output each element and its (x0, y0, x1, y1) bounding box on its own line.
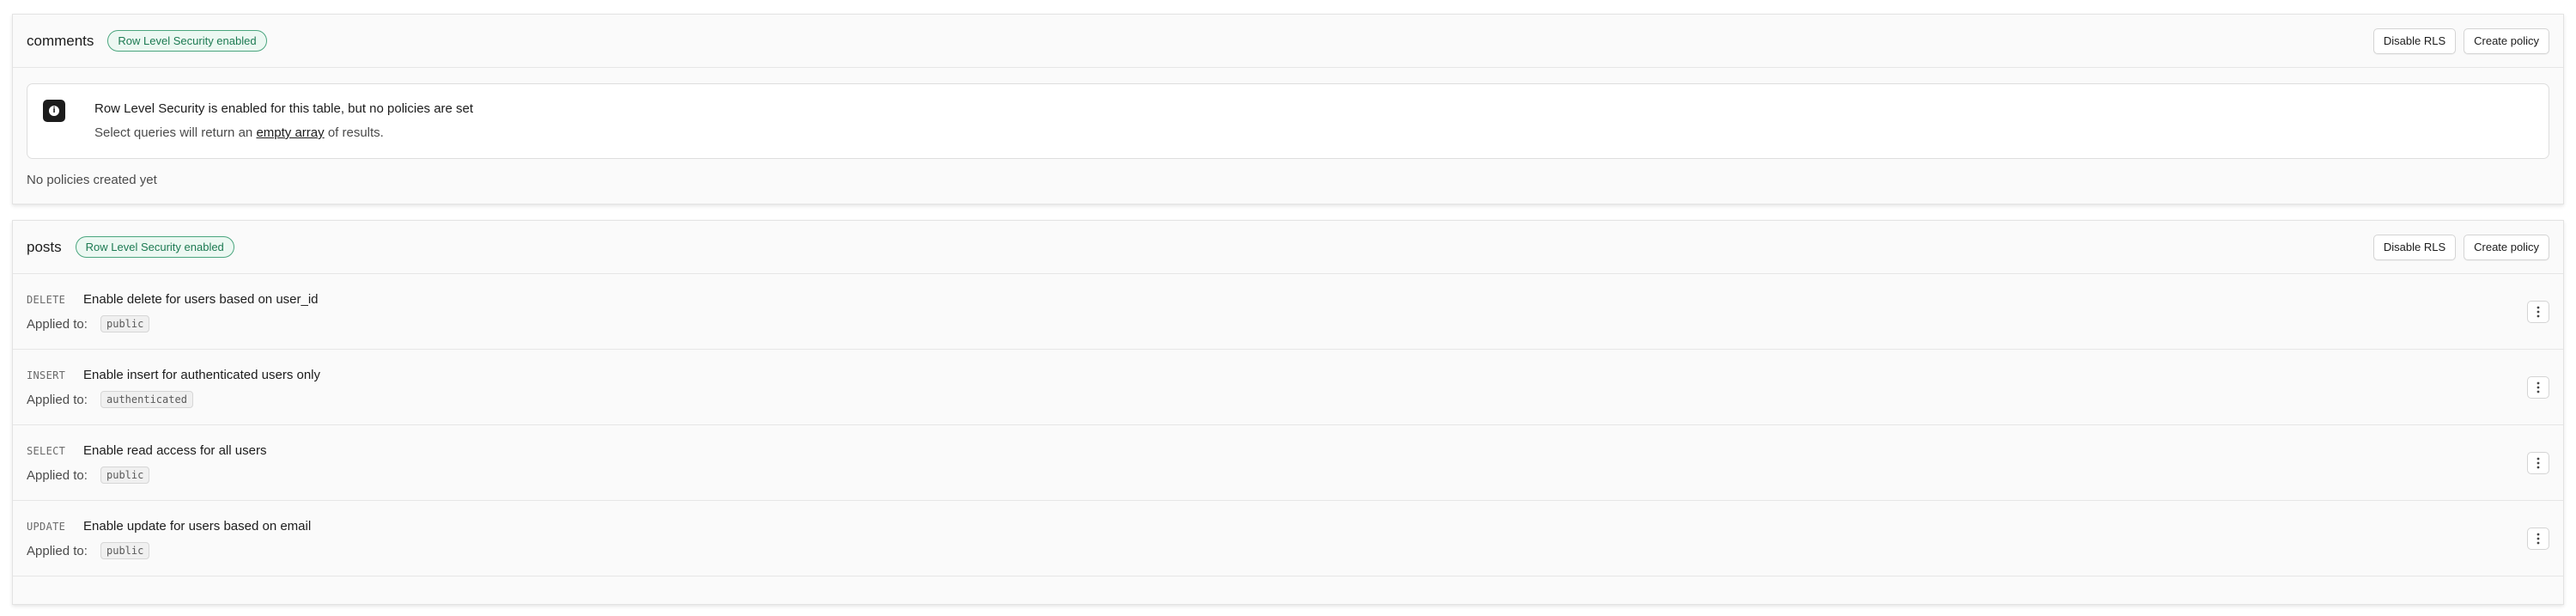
policy-command: UPDATE (27, 521, 66, 533)
empty-array-link[interactable]: empty array (256, 125, 324, 140)
alert-desc-after: of results. (327, 125, 384, 140)
create-policy-button[interactable]: Create policy (2464, 234, 2549, 260)
more-vertical-icon (2537, 457, 2540, 469)
policy-name: Enable delete for users based on user_id (83, 292, 319, 307)
alert-desc-before: Select queries will return an (94, 125, 253, 140)
policy-row-update: UPDATE Enable update for users based on … (13, 501, 2563, 576)
more-vertical-icon (2537, 381, 2540, 393)
applied-to-label: Applied to: (27, 544, 88, 558)
policy-actions-button[interactable] (2527, 376, 2549, 399)
policy-actions-button[interactable] (2527, 452, 2549, 474)
policy-row-select: SELECT Enable read access for all users … (13, 425, 2563, 501)
policy-actions-button[interactable] (2527, 528, 2549, 550)
info-icon: i (43, 100, 65, 122)
no-policies-note: No policies created yet (27, 173, 157, 187)
disable-rls-button[interactable]: Disable RLS (2372, 234, 2457, 260)
applied-to-label: Applied to: (27, 393, 88, 407)
policy-name: Enable insert for authenticated users on… (83, 368, 320, 382)
policy-command: SELECT (27, 445, 66, 457)
table-name: comments (27, 32, 94, 49)
policy-name: Enable read access for all users (83, 443, 267, 458)
policy-command: DELETE (27, 294, 66, 306)
policy-row-insert: INSERT Enable insert for authenticated u… (13, 350, 2563, 425)
rls-warning-alert: i Row Level Security is enabled for this… (27, 83, 2549, 159)
policy-row-delete: DELETE Enable delete for users based on … (13, 274, 2563, 350)
role-tag: public (100, 315, 150, 332)
table-panel-posts: posts Row Level Security enabled Disable… (12, 220, 2564, 605)
policy-name: Enable update for users based on email (83, 519, 312, 534)
applied-to-label: Applied to: (27, 468, 88, 483)
alert-title: Row Level Security is enabled for this t… (94, 101, 474, 116)
policy-actions-button[interactable] (2527, 301, 2549, 323)
alert-description: Select queries will return an empty arra… (94, 125, 384, 140)
table-name: posts (27, 238, 62, 255)
more-vertical-icon (2537, 306, 2540, 318)
applied-to-label: Applied to: (27, 317, 88, 332)
table-panel-comments: comments Row Level Security enabled Disa… (12, 14, 2564, 204)
role-tag: authenticated (100, 391, 193, 408)
rls-status-badge: Row Level Security enabled (75, 236, 234, 258)
policy-command: INSERT (27, 369, 66, 381)
panel-header: posts Row Level Security enabled Disable… (13, 221, 2563, 274)
more-vertical-icon (2537, 533, 2540, 545)
role-tag: public (100, 542, 150, 559)
create-policy-button[interactable]: Create policy (2464, 27, 2549, 54)
panel-header: comments Row Level Security enabled Disa… (13, 15, 2563, 68)
rls-status-badge: Row Level Security enabled (107, 30, 267, 52)
disable-rls-button[interactable]: Disable RLS (2372, 27, 2457, 54)
role-tag: public (100, 467, 150, 484)
